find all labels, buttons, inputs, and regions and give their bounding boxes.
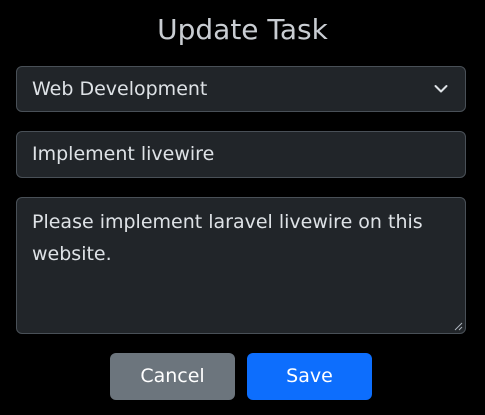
- cancel-button[interactable]: Cancel: [110, 353, 235, 400]
- category-select[interactable]: Web Development: [16, 66, 466, 112]
- dialog-title: Update Task: [157, 13, 328, 46]
- chevron-down-icon: [434, 85, 448, 93]
- resize-grip-icon[interactable]: [453, 321, 463, 331]
- description-value: Please implement laravel livewire on thi…: [32, 211, 423, 265]
- description-textarea[interactable]: Please implement laravel livewire on thi…: [16, 197, 466, 334]
- update-task-dialog: Update Task Web Development Implement li…: [0, 0, 485, 415]
- category-select-value: Web Development: [32, 78, 208, 100]
- task-name-input[interactable]: Implement livewire: [16, 131, 466, 178]
- save-button[interactable]: Save: [247, 353, 372, 400]
- task-name-value: Implement livewire: [32, 143, 215, 165]
